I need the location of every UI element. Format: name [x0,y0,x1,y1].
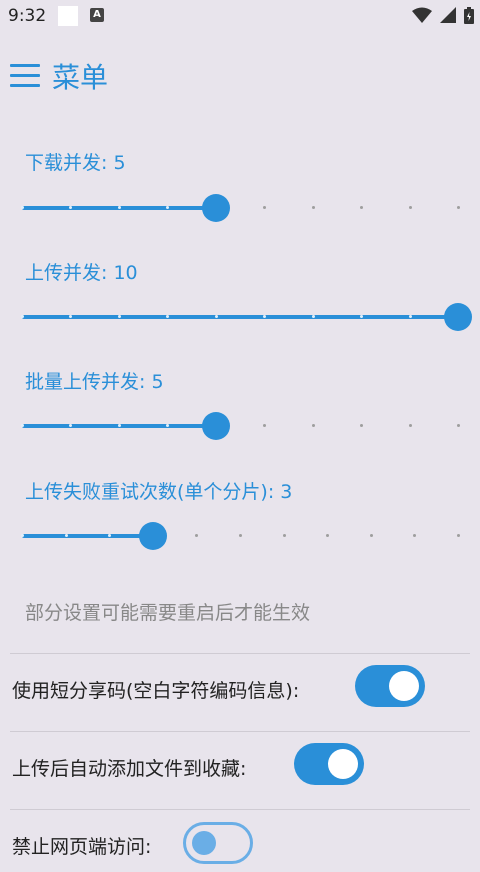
slider-tick [117,206,121,209]
batch-upload-concurrency-slider[interactable] [21,411,460,441]
slider-tick [21,315,24,318]
disable-web-access-switch[interactable] [183,822,253,864]
auto-favorite-label: 上传后自动添加文件到收藏: [12,758,247,780]
switch-knob [389,671,419,701]
upload-concurrency-label: 上传并发: 10 [25,262,138,284]
slider-tick [408,315,412,318]
slider-tick [457,534,460,537]
slider-tick [239,534,242,537]
download-concurrency-label: 下载并发: 5 [25,152,126,174]
notification-icon [58,6,78,26]
slider-tick [360,206,364,209]
auto-favorite-row: 上传后自动添加文件到收藏: [0,734,480,794]
disable-web-access-row: 禁止网页端访问: [0,812,480,872]
slider-tick [21,534,24,537]
divider [10,731,470,732]
slider-tick [326,534,330,537]
slider-tick [311,315,315,318]
slider-tick [311,206,315,209]
slider-tick [64,534,68,537]
slider-thumb[interactable] [201,412,230,440]
switch-knob [328,749,358,779]
slider-tick [263,424,267,427]
page-title: 菜单 [52,61,109,94]
slider-tick [195,534,199,537]
auto-favorite-switch[interactable] [294,743,364,785]
slider-tick [214,315,218,318]
slider-tick [311,424,315,427]
slider-track-fill [22,534,153,538]
app-bar: 菜单 [0,52,480,100]
slider-tick [369,534,373,537]
upload-retry-label: 上传失败重试次数(单个分片): 3 [25,481,293,503]
status-icons [409,7,474,26]
slider-tick [408,206,412,209]
battery-icon [464,7,474,24]
slider-tick [117,424,121,427]
upload-retry-slider[interactable] [21,521,460,551]
download-concurrency-slider[interactable] [21,193,460,223]
status-time: 9:32 [8,6,47,26]
disable-web-access-label: 禁止网页端访问: [12,836,152,858]
slider-thumb[interactable] [138,522,167,550]
batch-upload-concurrency-label: 批量上传并发: 5 [25,371,164,393]
short-share-code-row: 使用短分享码(空白字符编码信息): [0,656,480,716]
short-share-code-label: 使用短分享码(空白字符编码信息): [12,680,300,702]
upload-concurrency-slider[interactable] [21,302,472,332]
slider-tick [457,424,460,427]
short-share-code-switch[interactable] [355,665,425,707]
app-notification-icon: A [90,8,104,22]
slider-tick [360,424,364,427]
wifi-icon [411,7,432,23]
slider-tick [21,424,24,427]
slider-thumb[interactable] [444,303,472,331]
switch-knob [192,831,216,855]
hamburger-icon[interactable] [10,64,42,90]
slider-tick [21,206,24,209]
signal-icon [439,7,456,23]
slider-track-fill [22,315,458,319]
slider-tick [282,534,286,537]
status-bar: 9:32 A [0,0,480,32]
slider-tick [263,206,267,209]
divider [10,809,470,810]
divider [10,653,470,654]
slider-tick [408,424,412,427]
restart-note: 部分设置可能需要重启后才能生效 [25,602,311,624]
slider-tick [117,315,121,318]
slider-tick [413,534,417,537]
slider-tick [457,206,460,209]
slider-thumb[interactable] [201,194,230,222]
